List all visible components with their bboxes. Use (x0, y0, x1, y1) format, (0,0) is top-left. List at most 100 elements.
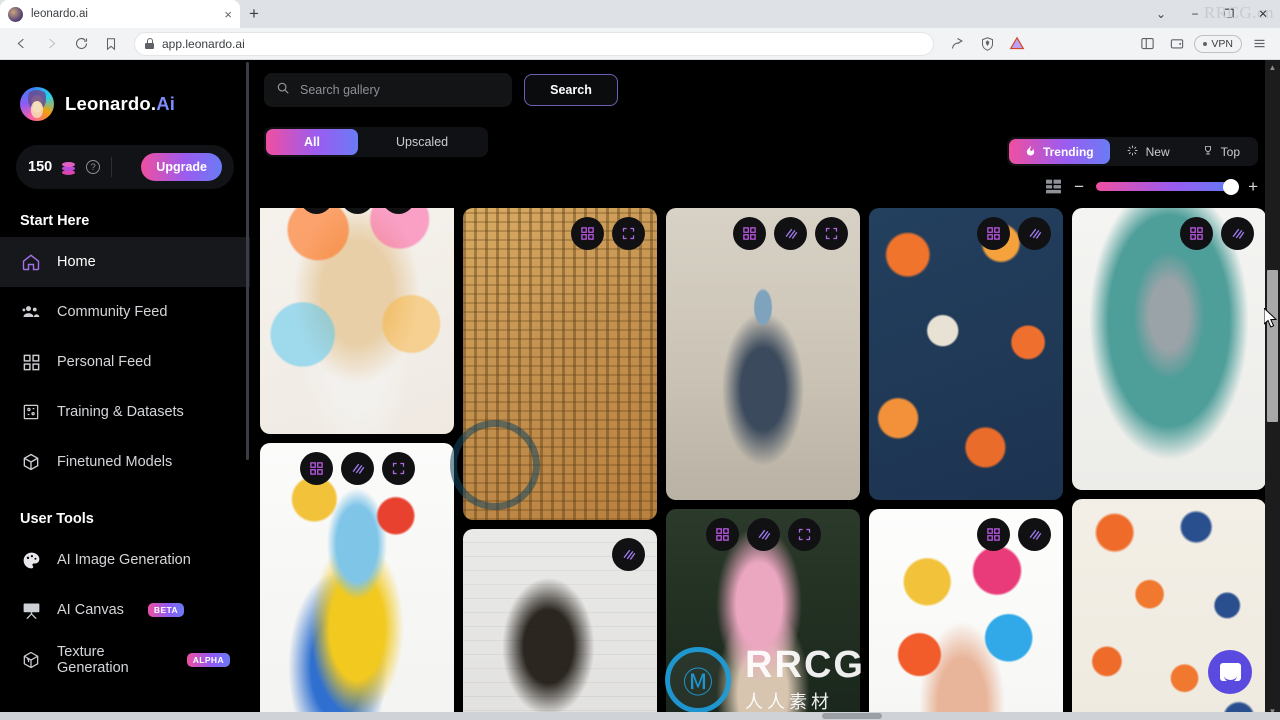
vpn-button[interactable]: VPN (1194, 34, 1242, 53)
sidebar-item-label: AI Image Generation (57, 552, 191, 568)
sidebar-item-texture-generation[interactable]: Texture Generation ALPHA (0, 635, 250, 685)
upscale-icon[interactable] (299, 452, 333, 485)
new-tab-button[interactable]: + (240, 0, 268, 28)
minimize-button[interactable]: − (1178, 0, 1212, 28)
reload-icon[interactable] (68, 31, 94, 57)
filter-segment: All Upscaled (264, 127, 489, 157)
expand-icon[interactable] (612, 217, 645, 250)
search-button[interactable]: Search (524, 74, 618, 106)
card-actions (666, 217, 860, 250)
grid-icon (20, 351, 42, 373)
scrollbar-thumb[interactable] (1267, 270, 1278, 422)
zoom-out-button[interactable]: − (1074, 178, 1084, 195)
tab-search-chevron-icon[interactable]: ⌄ (1144, 0, 1178, 28)
browser-tab[interactable]: leonardo.ai × (0, 0, 240, 28)
layout-density-icon[interactable] (1045, 179, 1062, 194)
intercom-chat-icon[interactable] (1208, 650, 1252, 694)
gallery-card[interactable] (666, 509, 860, 720)
sidebar-item-ai-image-generation[interactable]: AI Image Generation (0, 535, 250, 585)
section-title-start-here: Start Here (20, 213, 90, 229)
card-actions (260, 452, 454, 485)
horizontal-scrollbar-thumb[interactable] (822, 713, 882, 719)
variations-icon[interactable] (340, 452, 374, 485)
search-row: Search (250, 60, 1280, 120)
sidebar-item-personal-feed[interactable]: Personal Feed (0, 337, 250, 387)
share-icon[interactable] (944, 31, 970, 57)
thumbnail-size-slider[interactable] (1096, 178, 1240, 195)
gallery-card[interactable] (869, 208, 1063, 500)
sidebar-item-label: Personal Feed (57, 354, 152, 370)
expand-icon[interactable] (787, 518, 821, 551)
bookmark-icon[interactable] (98, 31, 124, 57)
variations-icon[interactable] (1018, 217, 1051, 250)
card-actions (666, 518, 860, 551)
address-bar[interactable]: app.leonardo.ai (134, 31, 935, 56)
window-controls: ⌄ − ❐ ✕ (1144, 0, 1280, 28)
brave-shield-icon[interactable] (974, 31, 1000, 57)
page-scrollbar[interactable]: ▲ ▼ (1265, 60, 1280, 720)
variations-icon[interactable] (746, 518, 780, 551)
expand-icon[interactable] (815, 217, 848, 250)
sidebar-item-home[interactable]: Home (0, 237, 250, 287)
palette-icon (20, 549, 42, 571)
gallery-column (463, 208, 657, 720)
upscale-icon[interactable] (571, 217, 604, 250)
expand-icon[interactable] (381, 452, 415, 485)
back-arrow-icon[interactable] (8, 31, 34, 57)
upscale-icon[interactable] (977, 217, 1010, 250)
sidebar-item-label: Texture Generation (57, 644, 129, 676)
gallery-card[interactable] (1072, 208, 1266, 490)
zoom-in-button[interactable]: + (1248, 178, 1258, 195)
brave-rewards-icon[interactable] (1004, 31, 1030, 57)
sidebar-item-finetuned-models[interactable]: Finetuned Models (0, 437, 250, 487)
gallery-column (666, 208, 860, 720)
upscale-icon[interactable] (299, 208, 333, 214)
search-field[interactable] (264, 73, 512, 107)
scroll-up-arrow-icon[interactable]: ▲ (1265, 60, 1280, 74)
gallery-card[interactable] (463, 529, 657, 720)
gallery-card[interactable] (260, 208, 454, 434)
sidebar-item-label: Finetuned Models (57, 454, 173, 470)
slider-knob[interactable] (1223, 178, 1240, 195)
sidebar-item-community-feed[interactable]: Community Feed (0, 287, 250, 337)
variations-icon[interactable] (1221, 217, 1254, 250)
sidebar-panel-icon[interactable] (1134, 31, 1160, 57)
variations-icon[interactable] (774, 217, 807, 250)
sidebar-item-training-datasets[interactable]: Training & Datasets (0, 387, 250, 437)
app-sidebar: Leonardo.Ai 150 ? Upgrade Start Here Hom (0, 60, 250, 720)
upscale-icon[interactable] (1180, 217, 1213, 250)
gallery-card[interactable] (666, 208, 860, 500)
texture-cube-icon (20, 649, 42, 671)
close-window-button[interactable]: ✕ (1246, 0, 1280, 28)
upscale-icon[interactable] (977, 518, 1010, 551)
upscale-icon[interactable] (733, 217, 766, 250)
variations-icon[interactable] (340, 208, 374, 214)
search-input[interactable] (300, 83, 500, 97)
question-mark-icon[interactable]: ? (86, 160, 101, 174)
upscale-icon[interactable] (705, 518, 739, 551)
sidebar-item-label: Community Feed (57, 304, 168, 320)
credits-coin-icon (61, 160, 77, 175)
wallet-icon[interactable] (1164, 31, 1190, 57)
sidebar-scrollbar[interactable] (246, 62, 249, 460)
cube-icon (20, 451, 42, 473)
filter-tab-all[interactable]: All (266, 129, 358, 155)
brand-logo-row[interactable]: Leonardo.Ai (0, 82, 250, 126)
filter-tab-upscaled[interactable]: Upscaled (358, 129, 486, 155)
nav-list-start-here: Home Community Feed Personal Feed Traini… (0, 237, 250, 487)
gallery-card[interactable] (869, 509, 1063, 720)
close-tab-icon[interactable]: × (224, 8, 232, 21)
sidebar-item-ai-canvas[interactable]: AI Canvas BETA (0, 585, 250, 635)
nav-list-user-tools: AI Image Generation AI Canvas BETA Textu… (0, 535, 250, 685)
card-actions (260, 208, 454, 214)
maximize-button[interactable]: ❐ (1212, 0, 1246, 28)
upgrade-button[interactable]: Upgrade (141, 153, 222, 181)
gallery-card[interactable] (260, 443, 454, 720)
variations-icon[interactable] (612, 538, 645, 571)
variations-icon[interactable] (1018, 518, 1051, 551)
training-icon (20, 401, 42, 423)
forward-arrow-icon[interactable] (38, 31, 64, 57)
hamburger-menu-icon[interactable] (1246, 31, 1272, 57)
gallery-card[interactable] (463, 208, 657, 520)
expand-icon[interactable] (381, 208, 415, 214)
